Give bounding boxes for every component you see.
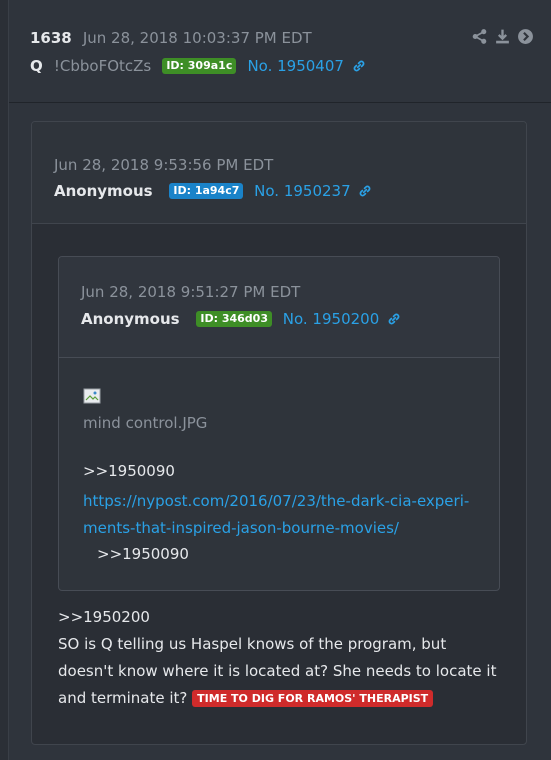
nested-quoted-post: Jun 28, 2018 9:51:27 PM EDT Anonymous ID… — [58, 256, 500, 591]
quoted-post: Jun 28, 2018 9:53:56 PM EDT Anonymous ID… — [31, 121, 527, 745]
header-divider — [9, 102, 551, 103]
nested-quoted-post-header: Jun 28, 2018 9:51:27 PM EDT Anonymous ID… — [59, 257, 499, 358]
broken-image-icon[interactable] — [83, 388, 103, 406]
quoted-post-number-link[interactable]: No. 1950237 — [254, 182, 350, 200]
quoted-post-id-badge[interactable]: ID: 1a94c7 — [169, 183, 244, 199]
link-icon[interactable] — [387, 312, 401, 326]
post-actions — [471, 28, 534, 45]
post-reference[interactable]: >>1950200 — [58, 604, 506, 631]
quoted-post-name: Anonymous — [54, 182, 153, 200]
link-icon[interactable] — [358, 184, 372, 198]
post-number-link[interactable]: No. 1950407 — [247, 57, 343, 75]
post-reference[interactable]: >>1950090 — [97, 545, 189, 563]
external-url-link[interactable]: https://nypost.com/2016/07/23/the-dark-c… — [83, 488, 483, 542]
page: 1638 Jun 28, 2018 10:03:37 PM EDT Q !Cbb… — [0, 0, 551, 760]
attachment-filename[interactable]: mind control.JPG — [83, 414, 207, 432]
quoted-post-timestamp: Jun 28, 2018 9:53:56 PM EDT — [54, 156, 274, 174]
navigate-icon[interactable] — [517, 28, 534, 45]
highlight-tag: TIME TO DIG FOR RAMOS' THERAPIST — [192, 690, 434, 707]
url-line[interactable]: ments-that-inspired-jason-bourne-movies/ — [83, 515, 483, 542]
post-reference[interactable]: >>1950090 — [83, 462, 175, 480]
nested-post-id-badge[interactable]: ID: 346d03 — [196, 311, 272, 327]
nested-post-timestamp: Jun 28, 2018 9:51:27 PM EDT — [81, 283, 301, 301]
nested-post-number-link[interactable]: No. 1950200 — [283, 310, 379, 328]
nested-post-name: Anonymous — [81, 310, 180, 328]
poster-id-badge[interactable]: ID: 309a1c — [162, 58, 237, 74]
download-icon[interactable] — [494, 28, 511, 45]
post-number: 1638 — [30, 29, 72, 47]
post-timestamp: Jun 28, 2018 10:03:37 PM EDT — [82, 29, 312, 47]
poster-name: Q — [30, 57, 43, 75]
quoted-post-header: Jun 28, 2018 9:53:56 PM EDT Anonymous ID… — [32, 122, 526, 224]
tripcode: !CbboFOtcZs — [53, 57, 152, 75]
post-container: 1638 Jun 28, 2018 10:03:37 PM EDT Q !Cbb… — [8, 0, 551, 760]
link-icon[interactable] — [352, 59, 366, 73]
url-line[interactable]: https://nypost.com/2016/07/23/the-dark-c… — [83, 488, 483, 515]
share-icon[interactable] — [471, 28, 488, 45]
quoted-post-body: >>1950200 SO is Q telling us Haspel know… — [58, 604, 506, 712]
